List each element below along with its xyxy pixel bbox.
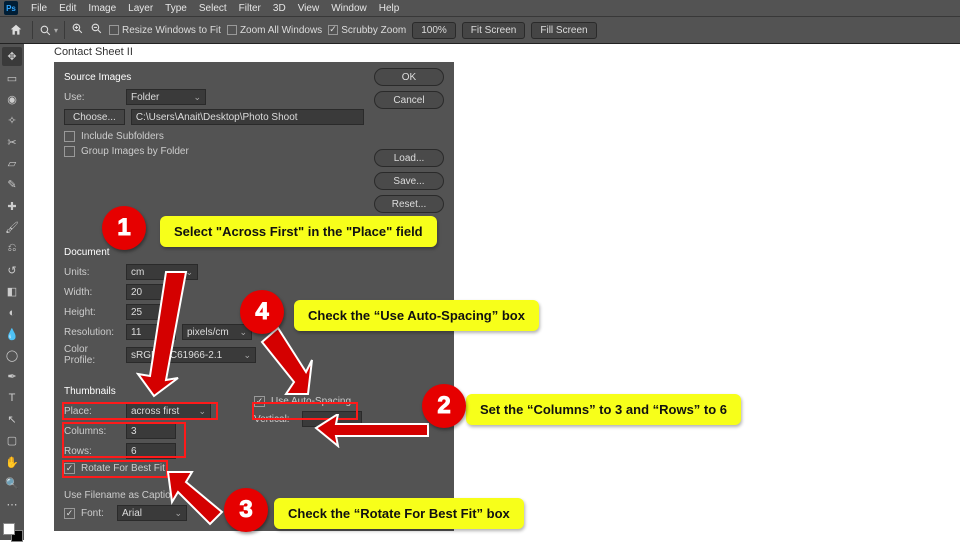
fit-screen-button[interactable]: Fit Screen bbox=[462, 22, 526, 39]
vertical-label: Vertical: bbox=[254, 414, 296, 425]
menu-file[interactable]: File bbox=[26, 3, 52, 14]
bubble-1: 1 bbox=[102, 206, 146, 250]
use-label: Use: bbox=[64, 92, 120, 103]
menu-help[interactable]: Help bbox=[374, 3, 405, 14]
menu-layer[interactable]: Layer bbox=[123, 3, 158, 14]
bubble-3: 3 bbox=[224, 488, 268, 532]
caption-header: Use Filename as Caption bbox=[64, 490, 176, 501]
home-icon[interactable] bbox=[6, 20, 26, 40]
place-select[interactable]: across first bbox=[126, 403, 211, 419]
menu-window[interactable]: Window bbox=[326, 3, 372, 14]
healing-tool-icon[interactable]: ✚ bbox=[2, 196, 22, 215]
path-tool-icon[interactable]: ↖ bbox=[2, 410, 22, 429]
brush-tool-icon[interactable]: 🖌 bbox=[2, 218, 22, 237]
marquee-tool-icon[interactable]: ▭ bbox=[2, 68, 22, 87]
callout-2: Set the “Columns” to 3 and “Rows” to 6 bbox=[466, 394, 741, 425]
move-tool-icon[interactable]: ✥ bbox=[2, 47, 22, 66]
ok-button[interactable]: OK bbox=[374, 68, 444, 86]
height-label: Height: bbox=[64, 307, 120, 318]
rotate-best-fit-label: Rotate For Best Fit bbox=[81, 463, 165, 474]
dialog-title: Contact Sheet II bbox=[54, 46, 133, 58]
menu-image[interactable]: Image bbox=[83, 3, 121, 14]
dodge-tool-icon[interactable]: ◯ bbox=[2, 346, 22, 365]
eraser-tool-icon[interactable]: ◧ bbox=[2, 282, 22, 301]
callout-3: Check the “Rotate For Best Fit” box bbox=[274, 498, 524, 529]
hand-tool-icon[interactable]: ✋ bbox=[2, 453, 22, 472]
font-checkbox[interactable] bbox=[64, 508, 75, 519]
zoom-tool-icon[interactable]: ▾ bbox=[39, 24, 58, 37]
zoom-in-icon[interactable] bbox=[71, 22, 84, 38]
zoom-100-button[interactable]: 100% bbox=[412, 22, 456, 39]
group-images-checkbox[interactable] bbox=[64, 146, 75, 157]
wand-tool-icon[interactable]: ✧ bbox=[2, 111, 22, 130]
font-label: Font: bbox=[81, 508, 111, 519]
history-brush-tool-icon[interactable]: ↺ bbox=[2, 260, 22, 279]
color-swatches[interactable] bbox=[3, 523, 21, 540]
eyedropper-tool-icon[interactable]: ✎ bbox=[2, 175, 22, 194]
shape-tool-icon[interactable]: ▢ bbox=[2, 431, 22, 450]
units-label: Units: bbox=[64, 267, 120, 278]
rows-label: Rows: bbox=[64, 446, 120, 457]
arrow-1 bbox=[136, 264, 196, 404]
zoom-all-windows-checkbox[interactable]: Zoom All Windows bbox=[227, 25, 322, 36]
zoom-out-icon[interactable] bbox=[90, 22, 103, 38]
include-subfolders-checkbox[interactable] bbox=[64, 131, 75, 142]
type-tool-icon[interactable]: T bbox=[2, 389, 22, 408]
pen-tool-icon[interactable]: ✒ bbox=[2, 367, 22, 386]
callout-4: Check the “Use Auto-Spacing” box bbox=[294, 300, 539, 331]
menu-filter[interactable]: Filter bbox=[234, 3, 266, 14]
bubble-4: 4 bbox=[240, 290, 284, 334]
rows-input[interactable]: 6 bbox=[126, 443, 176, 459]
resize-windows-checkbox[interactable]: Resize Windows to Fit bbox=[109, 25, 221, 36]
arrow-3 bbox=[164, 468, 234, 528]
stamp-tool-icon[interactable]: ⎌ bbox=[2, 239, 22, 258]
reset-button[interactable]: Reset... bbox=[374, 195, 444, 213]
path-field[interactable]: C:\Users\Anait\Desktop\Photo Shoot bbox=[131, 109, 364, 125]
arrow-4 bbox=[256, 324, 326, 404]
group-images-label: Group Images by Folder bbox=[81, 146, 189, 157]
include-subfolders-label: Include Subfolders bbox=[81, 131, 164, 142]
menu-edit[interactable]: Edit bbox=[54, 3, 81, 14]
canvas-area: Contact Sheet II OK Cancel Load... Save.… bbox=[24, 44, 960, 540]
gradient-tool-icon[interactable]: ◐ bbox=[2, 303, 22, 322]
menu-bar: Ps File Edit Image Layer Type Select Fil… bbox=[0, 0, 960, 16]
rotate-best-fit-checkbox[interactable] bbox=[64, 463, 75, 474]
zoom-tool-icon-tb[interactable]: 🔍 bbox=[2, 474, 22, 493]
fill-screen-button[interactable]: Fill Screen bbox=[531, 22, 596, 39]
menu-3d[interactable]: 3D bbox=[268, 3, 291, 14]
save-button[interactable]: Save... bbox=[374, 172, 444, 190]
use-select[interactable]: Folder bbox=[126, 89, 206, 105]
menu-type[interactable]: Type bbox=[160, 3, 192, 14]
choose-button[interactable]: Choose... bbox=[64, 109, 125, 125]
resolution-label: Resolution: bbox=[64, 327, 120, 338]
scrubby-zoom-checkbox[interactable]: Scrubby Zoom bbox=[328, 25, 406, 36]
ps-logo-icon: Ps bbox=[4, 1, 18, 15]
crop-tool-icon[interactable]: ✂ bbox=[2, 132, 22, 151]
columns-label: Columns: bbox=[64, 426, 120, 437]
blur-tool-icon[interactable]: 💧 bbox=[2, 324, 22, 343]
frame-tool-icon[interactable]: ▱ bbox=[2, 154, 22, 173]
cancel-button[interactable]: Cancel bbox=[374, 91, 444, 109]
source-header: Source Images bbox=[64, 72, 364, 83]
menu-view[interactable]: View bbox=[293, 3, 325, 14]
options-bar: ▾ Resize Windows to Fit Zoom All Windows… bbox=[0, 16, 960, 44]
edit-toolbar-icon[interactable]: ⋯ bbox=[2, 495, 22, 514]
profile-label: Color Profile: bbox=[64, 344, 120, 366]
menu-select[interactable]: Select bbox=[194, 3, 232, 14]
callout-1: Select "Across First" in the "Place" fie… bbox=[160, 216, 437, 247]
arrow-2 bbox=[312, 414, 432, 448]
tools-panel: ✥ ▭ ◉ ✧ ✂ ▱ ✎ ✚ 🖌 ⎌ ↺ ◧ ◐ 💧 ◯ ✒ T ↖ ▢ ✋ … bbox=[0, 44, 24, 540]
load-button[interactable]: Load... bbox=[374, 149, 444, 167]
width-label: Width: bbox=[64, 287, 120, 298]
lasso-tool-icon[interactable]: ◉ bbox=[2, 90, 22, 109]
place-label: Place: bbox=[64, 406, 120, 417]
columns-input[interactable]: 3 bbox=[126, 423, 176, 439]
bubble-2: 2 bbox=[422, 384, 466, 428]
